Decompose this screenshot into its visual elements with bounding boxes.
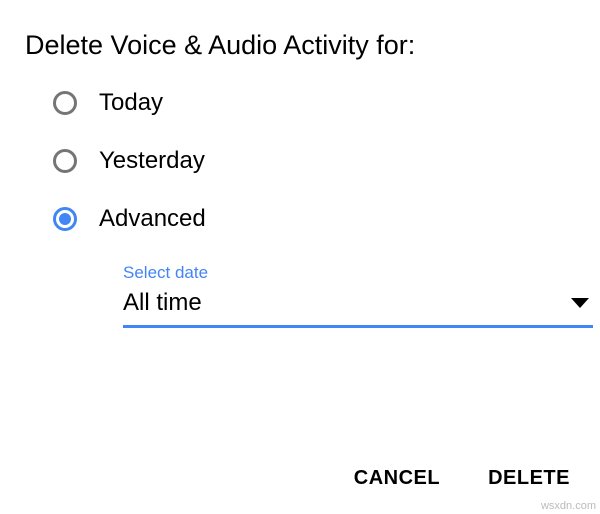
radio-option-yesterday[interactable]: Yesterday [53, 147, 575, 175]
dialog-actions: CANCEL DELETE [354, 467, 570, 490]
radio-icon [53, 149, 77, 173]
radio-icon [53, 91, 77, 115]
radio-option-advanced[interactable]: Advanced [53, 205, 575, 233]
date-select-value: All time [123, 289, 202, 317]
watermark-text: wsxdn.com [541, 500, 596, 512]
radio-label-today: Today [99, 89, 163, 117]
dialog-title: Delete Voice & Audio Activity for: [25, 30, 575, 61]
date-select-section: Select date All time [123, 263, 575, 328]
date-field-label: Select date [123, 263, 575, 283]
delete-button[interactable]: DELETE [488, 467, 570, 490]
cancel-button[interactable]: CANCEL [354, 467, 440, 490]
radio-option-today[interactable]: Today [53, 89, 575, 117]
time-range-radio-group: Today Yesterday Advanced Select date All… [25, 89, 575, 328]
radio-icon-selected [53, 207, 77, 231]
radio-label-advanced: Advanced [99, 205, 206, 233]
date-select-dropdown[interactable]: All time [123, 289, 593, 328]
chevron-down-icon [571, 298, 589, 308]
radio-label-yesterday: Yesterday [99, 147, 205, 175]
